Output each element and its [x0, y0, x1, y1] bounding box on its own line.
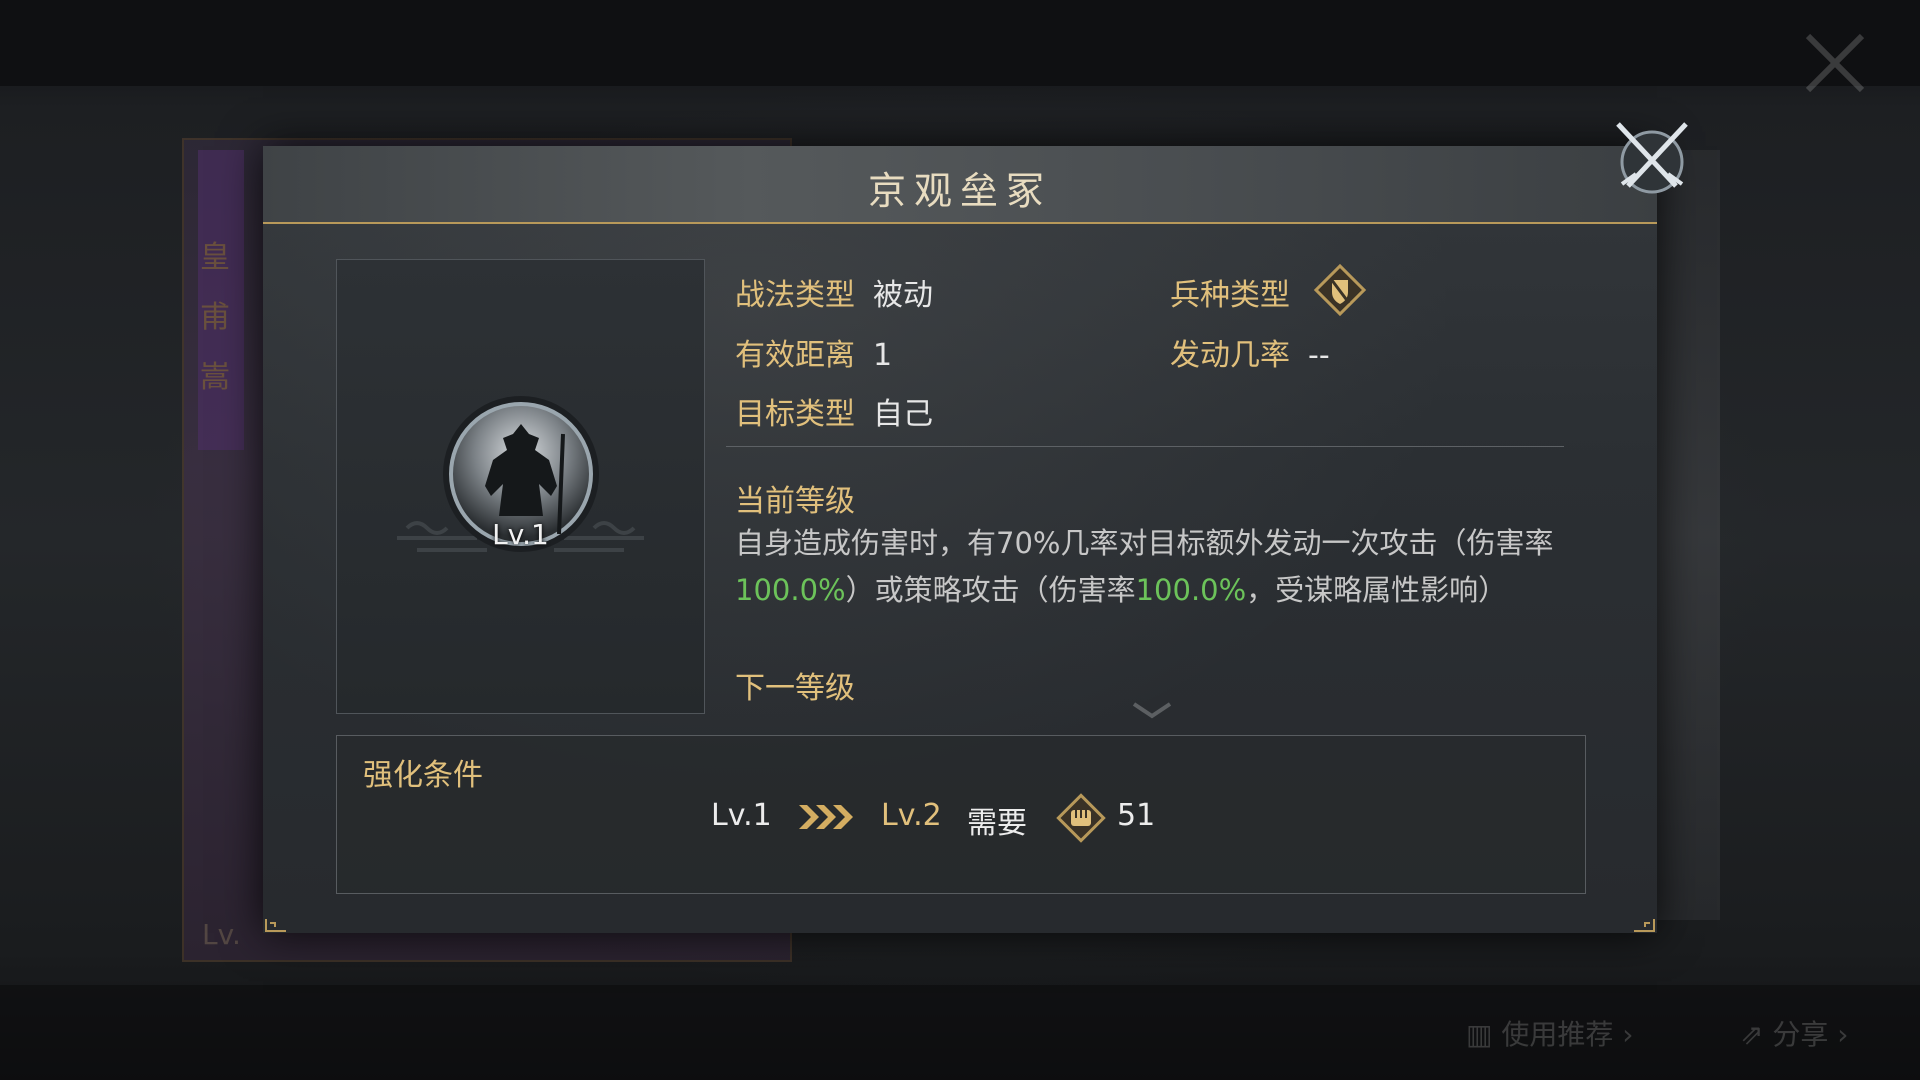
target-value: 自己: [873, 397, 933, 432]
troop-type-row: 兵种类型: [1170, 270, 1290, 314]
desc-text: ）或策略攻击（伤害率: [845, 573, 1136, 607]
desc-text: ，受谋略属性影响）: [1246, 573, 1508, 607]
upgrade-amount: 51: [1117, 798, 1156, 833]
tactic-portrait-panel: Lv.1: [336, 259, 705, 714]
background-top-strip: [0, 0, 1920, 86]
fist-token-icon: [1056, 793, 1106, 843]
tactic-level-badge: Lv.1: [492, 518, 549, 551]
range-value: 1: [873, 338, 893, 373]
next-level-title: 下一等级: [735, 671, 855, 706]
current-level-description: 自身造成伤害时，有70%几率对目标额外发动一次攻击（伤害率 100.0%）或策略攻…: [735, 520, 1575, 614]
upgrade-from-level: Lv.1: [711, 798, 772, 833]
crossed-swords-close-icon[interactable]: [1612, 120, 1692, 200]
dialog-title: 京观垒冢: [867, 169, 1052, 213]
background-card-char: 嵩: [200, 360, 230, 395]
background-card-char: 皇: [200, 240, 230, 275]
background-card-char: 甫: [200, 300, 230, 335]
target-label: 目标类型: [735, 397, 855, 432]
troop-type-label: 兵种类型: [1170, 278, 1290, 313]
current-level-title: 当前等级: [735, 484, 855, 519]
triple-chevron-right-icon: [799, 805, 853, 829]
upgrade-title: 强化条件: [363, 758, 483, 793]
background-close-icon: [1805, 33, 1865, 93]
corner-ornament-icon: [1634, 919, 1655, 932]
tactic-type-label: 战法类型: [735, 278, 855, 313]
chevron-down-icon[interactable]: [1130, 700, 1174, 722]
corner-ornament-icon: [265, 919, 286, 932]
upgrade-conditions-box: 强化条件 Lv.1 Lv.2 需要 51: [336, 735, 1586, 894]
chance-value: --: [1308, 338, 1330, 373]
range-row: 有效距离 1: [735, 330, 892, 374]
troop-type-shield-icon[interactable]: [1313, 263, 1367, 317]
chance-row: 发动几率 --: [1170, 330, 1330, 374]
desc-text: 自身造成伤害时，有70%几率对目标额外发动一次攻击（伤害率: [735, 526, 1554, 560]
chance-label: 发动几率: [1170, 338, 1290, 373]
tactic-type-value: 被动: [873, 278, 933, 313]
background-card-level: Lv.: [202, 918, 241, 951]
background-recommend-button: ▥ 使用推荐 ›: [1466, 1018, 1634, 1051]
upgrade-need-label: 需要: [967, 806, 1027, 841]
damage-rate-value: 100.0%: [735, 573, 846, 607]
info-divider: [726, 446, 1564, 447]
range-label: 有效距离: [735, 338, 855, 373]
background-share-button: ⇗ 分享 ›: [1740, 1018, 1849, 1051]
damage-rate-value: 100.0%: [1135, 573, 1247, 607]
dialog-header: 京观垒冢: [263, 146, 1657, 224]
target-row: 目标类型 自己: [735, 389, 933, 433]
tactic-type-row: 战法类型 被动: [735, 270, 933, 314]
upgrade-to-level: Lv.2: [881, 798, 942, 833]
